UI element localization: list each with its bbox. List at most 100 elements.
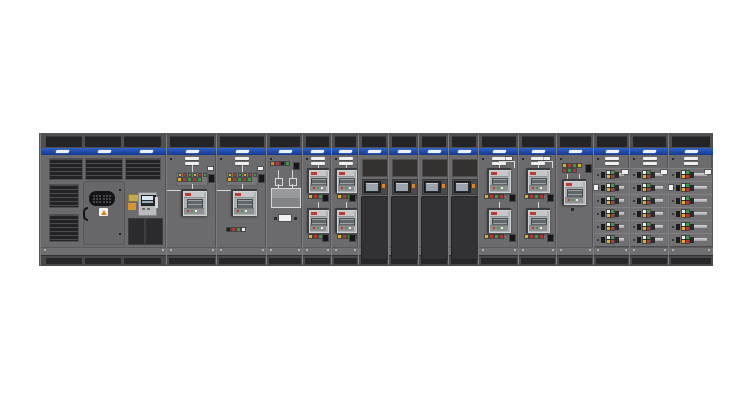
acb-indicator-dot [349,187,351,189]
indicator-led [686,223,689,226]
indicator-led [682,188,685,191]
indicator-led [647,210,650,213]
hmi-top-vent [392,159,418,177]
brand-logo-icon [139,150,153,153]
acb-red-label [311,172,317,175]
acb-indicator-dot [532,187,534,189]
switchgear-section-acb-stack-4 [518,134,556,265]
drawer-screw [672,239,674,241]
seam-screw [633,249,635,251]
status-led [412,184,415,188]
acb-breaker [335,208,357,233]
acb-red-label [530,172,536,175]
door-screw [119,233,121,235]
acb-indicator-dot [195,210,197,212]
indicator-led [607,236,610,239]
acb-indicator-dot [341,227,343,229]
indicator-led [686,240,689,243]
brand-stripe [557,148,594,155]
indicator-led [338,195,341,198]
indicator-led [682,184,685,187]
connector-pin [93,198,95,200]
switchgear-section-acb-stack-2 [331,134,358,265]
brand-stripe [167,148,217,155]
acb-indicator-dot [191,210,193,212]
dark-door [361,196,389,260]
indicator-led [647,223,650,226]
indicator-led [607,188,610,191]
control-button [208,174,215,183]
drawer-unit [595,233,629,247]
mimic-line [514,161,515,168]
acb-breaker [335,168,357,193]
plinth-vent [596,258,628,264]
seam-screw [597,249,599,251]
brand-stripe [217,148,267,155]
connector-pin [99,201,101,203]
drawer-screw [633,239,635,241]
indicator-led [199,174,201,176]
indicator-led [611,240,614,243]
acb-indicator-dot [187,210,189,212]
indicator-led [686,210,689,213]
drawer-screw [633,174,635,176]
drawer-unit [631,194,668,208]
dark-door [391,196,419,260]
drawer-unit [631,233,668,247]
indicator-led [254,174,256,176]
control-button [349,234,356,242]
status-led [382,184,385,188]
plinth-base [519,255,557,266]
connector-pin [96,195,98,197]
acb-indicator-dot [501,227,503,229]
control-connector [89,191,115,206]
switch-lever [694,186,707,189]
mimic-line [217,190,231,191]
acb-indicator-dot [345,187,347,189]
display-screen-face [396,183,408,191]
indicator-led [563,169,566,172]
brand-stripe [332,148,359,155]
seam-screw [270,249,272,251]
meter-button [142,208,145,210]
unit-label [544,157,550,160]
indicator-led [314,235,317,238]
connector-pin [106,195,108,197]
ventilation-louvre [339,157,353,160]
brand-logo-icon [492,150,506,153]
indicator-led [643,175,646,178]
warning-triangle-icon [101,210,107,215]
indicator-led [611,171,614,174]
indicator-led [611,188,614,191]
roof-vent [362,136,386,147]
roof-vent [170,136,214,147]
connector-pin [103,198,105,200]
indicator-led [607,227,610,230]
indicator-led [249,174,251,176]
acb-face [183,191,207,216]
drawer-button [637,211,641,217]
seam-screw [220,249,222,251]
brand-logo-icon [643,150,657,153]
seam-screw [514,249,516,251]
control-button [258,174,265,183]
drawer-label [705,170,711,174]
roof-vent [392,136,416,147]
indicator-led [611,184,614,187]
ventilation-louvre [684,157,698,160]
switchgear-section-acb-feeder-1 [166,134,216,265]
rail-screw [170,158,172,160]
unit-label [208,167,213,170]
acb-face [337,210,357,233]
drawer-button [601,172,605,178]
drawer-button [601,237,605,243]
roof-vent [220,136,264,147]
indicator-led [647,236,650,239]
drawer-unit [670,168,712,182]
connector-pin [106,198,108,200]
control-button [322,194,329,202]
roof-vent [672,136,710,147]
indicator-led [611,201,614,204]
indicator-led [573,164,576,167]
plinth-base [557,255,594,266]
